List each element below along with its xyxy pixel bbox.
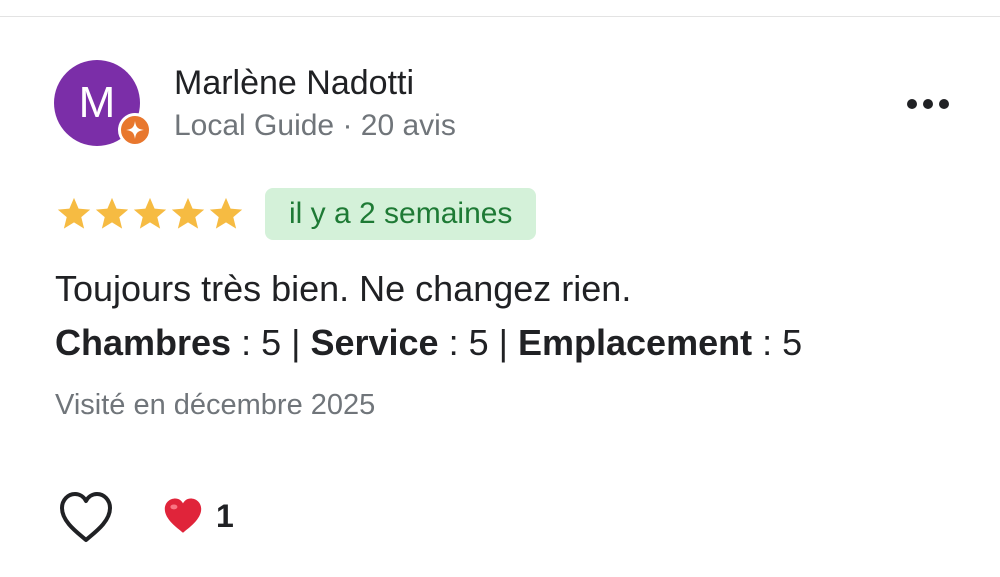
star-icon [209, 197, 243, 229]
star-icon [95, 197, 129, 229]
sub-rating-value: 5 [261, 322, 282, 363]
reaction-summary[interactable]: 1 [162, 496, 234, 536]
star-icon [171, 197, 205, 229]
sub-rating-value: 5 [782, 322, 803, 363]
more-options-button[interactable] [898, 86, 958, 122]
star-icon [57, 197, 91, 229]
visited-date: Visité en décembre 2025 [55, 389, 376, 421]
more-horizontal-icon [907, 99, 949, 109]
sub-rating-label: Emplacement [517, 322, 753, 363]
divider [0, 16, 1000, 17]
sub-ratings: Chambres : 5 | Service : 5 | Emplacement… [55, 322, 803, 363]
sub-rating-label: Chambres [55, 322, 232, 363]
heart-outline-icon [60, 492, 112, 542]
sub-rating-value: 5 [468, 322, 489, 363]
local-guide-badge-icon [118, 113, 152, 147]
author-meta: Local Guide · 20 avis [174, 109, 456, 142]
review-text: Toujours très bien. Ne changez rien. [55, 268, 632, 309]
review-card: M Marlène Nadotti Local Guide · 20 avis … [0, 0, 1000, 577]
sub-rating-label: Service [310, 322, 439, 363]
avatar-initial: M [78, 78, 116, 127]
reaction-count: 1 [216, 497, 234, 534]
author-name[interactable]: Marlène Nadotti [174, 64, 414, 103]
star-icon [133, 197, 167, 229]
red-heart-icon [164, 498, 202, 533]
review-date-chip: il y a 2 semaines [265, 188, 537, 240]
like-button[interactable] [56, 490, 116, 546]
star-rating [55, 195, 245, 233]
